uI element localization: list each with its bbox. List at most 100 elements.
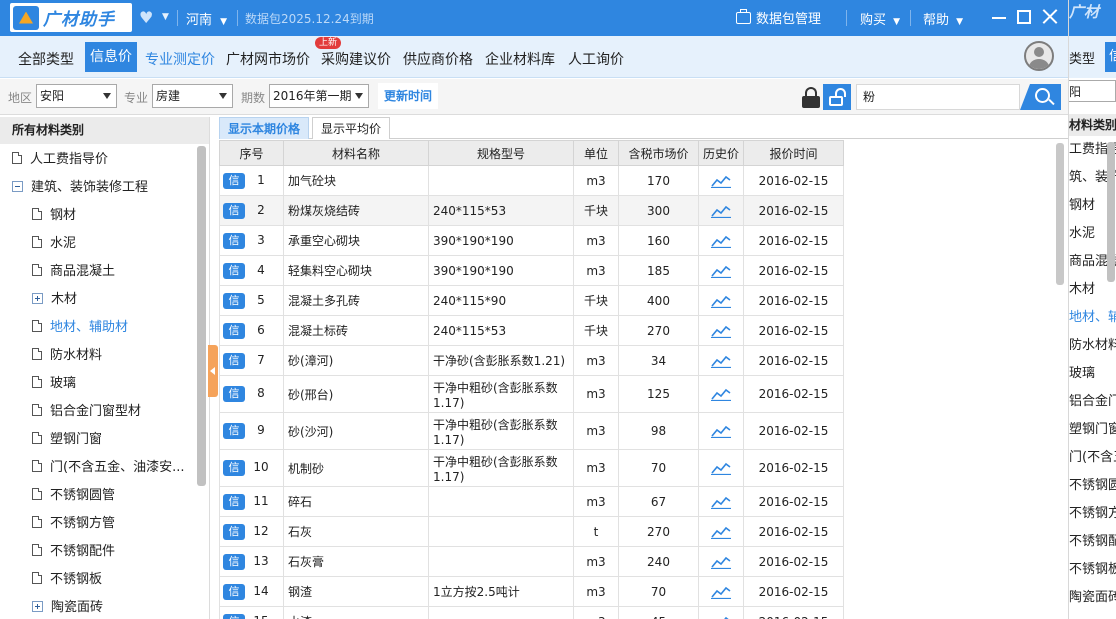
trend-chart-icon[interactable] [711,525,731,539]
tab-current-price[interactable]: 显示本期价格 [219,117,310,139]
tree-item[interactable]: 人工费指导价 [12,146,108,174]
table-row[interactable]: 信 11 碎石 m3 67 2016-02-15 [219,486,844,517]
search-input[interactable]: 粉 [856,84,1020,110]
table-row[interactable]: 信 3 承重空心砌块 390*190*190 m3 160 2016-02-15 [219,225,844,256]
table-row[interactable]: 信 4 轻集料空心砌块 390*190*190 m3 185 2016-02-15 [219,255,844,286]
region-switcher[interactable]: 河南 ▼ [186,9,227,28]
info-price-badge[interactable]: 信 [223,523,245,540]
table-row[interactable]: 信 9 砂(沙河) 干净中粗砂(含彭胀系数1.17) m3 98 2016-02-15 [219,412,844,450]
history-cell[interactable] [698,375,744,413]
lock-icon[interactable] [801,87,821,109]
info-price-badge[interactable]: 信 [223,553,245,570]
maximize-icon[interactable] [1017,10,1031,24]
table-row[interactable]: 信 1 加气砼块 m3 170 2016-02-15 [219,165,844,196]
col-header-name[interactable]: 材料名称 [283,140,429,166]
tree-item[interactable]: 木材 [32,286,77,314]
datapack-manage-button[interactable]: 数据包管理 [736,8,821,27]
trend-chart-icon[interactable] [711,324,731,338]
tab-info-price[interactable]: 信息价 [85,42,137,72]
minimize-icon[interactable] [992,17,1006,19]
collapse-icon[interactable] [12,181,23,192]
info-price-badge[interactable]: 信 [223,202,245,219]
tab-supplier-price[interactable]: 供应商价格 [403,49,473,69]
info-price-badge[interactable]: 信 [223,322,245,339]
info-price-badge[interactable]: 信 [223,460,245,476]
history-cell[interactable] [698,225,744,256]
tree-item[interactable]: 建筑、装饰装修工程 [12,174,148,202]
chevron-down-icon[interactable]: ▼ [162,12,169,22]
info-price-badge[interactable]: 信 [223,583,245,600]
tab-professional-price[interactable]: 专业测定价 [145,49,215,69]
col-header-history[interactable]: 历史价 [698,140,744,166]
tab-all-types[interactable]: 全部类型 [18,49,74,69]
history-cell[interactable] [698,195,744,226]
col-header-spec[interactable]: 规格型号 [428,140,574,166]
trend-chart-icon[interactable] [711,294,731,308]
expand-icon[interactable] [32,601,43,612]
tree-item[interactable]: 商品混凝土 [32,258,115,286]
table-row[interactable]: 信 13 石灰膏 m3 240 2016-02-15 [219,546,844,577]
unlock-icon[interactable] [823,84,851,110]
collapse-sidebar-button[interactable] [208,345,218,397]
table-row[interactable]: 信 14 钢渣 1立方按2.5吨计 m3 70 2016-02-15 [219,576,844,607]
tree-item[interactable]: 钢材 [32,202,76,230]
history-cell[interactable] [698,285,744,316]
trend-chart-icon[interactable] [711,264,731,278]
tree-item[interactable]: 防水材料 [32,342,102,370]
history-cell[interactable] [698,165,744,196]
trend-chart-icon[interactable] [711,615,731,619]
tab-average-price[interactable]: 显示平均价 [312,117,391,139]
trend-chart-icon[interactable] [711,204,731,218]
tree-item[interactable]: 地材、辅助材 [32,314,128,342]
history-cell[interactable] [698,606,744,619]
table-row[interactable]: 信 12 石灰 t 270 2016-02-15 [219,516,844,547]
expand-icon[interactable] [32,293,43,304]
history-cell[interactable] [698,255,744,286]
table-row[interactable]: 信 10 机制砂 干净中粗砂(含彭胀系数1.17) m3 70 2016-02-15 [219,449,844,487]
tree-item[interactable]: 铝合金门窗型材 [32,398,141,426]
trend-chart-icon[interactable] [711,424,731,439]
favorite-icon[interactable]: ♥ [139,8,153,27]
info-price-badge[interactable]: 信 [223,262,245,279]
info-price-badge[interactable]: 信 [223,386,245,402]
tab-purchase-price[interactable]: 采购建议价 [321,49,391,69]
table-row[interactable]: 信 7 砂(漳河) 干净砂(含彭胀系数1.21) m3 34 2016-02-15 [219,345,844,376]
history-cell[interactable] [698,345,744,376]
history-cell[interactable] [698,486,744,517]
tab-enterprise-library[interactable]: 企业材料库 [485,49,555,69]
user-avatar-icon[interactable] [1024,41,1054,71]
region-select[interactable]: 安阳 [36,84,117,108]
info-price-badge[interactable]: 信 [223,352,245,369]
col-header-date[interactable]: 报价时间 [743,140,844,166]
history-cell[interactable] [698,546,744,577]
tree-item[interactable]: 不锈钢圆管 [32,482,115,510]
trend-chart-icon[interactable] [711,354,731,368]
tab-manual-inquiry[interactable]: 人工询价 [568,49,624,69]
trend-chart-icon[interactable] [711,461,731,476]
help-menu[interactable]: 帮助 ▼ [923,9,963,28]
info-price-badge[interactable]: 信 [223,493,245,510]
col-header-unit[interactable]: 单位 [573,140,619,166]
tree-item[interactable]: 水泥 [32,230,76,258]
history-cell[interactable] [698,576,744,607]
info-price-badge[interactable]: 信 [223,613,245,619]
tree-item[interactable]: 不锈钢板 [32,566,102,594]
history-cell[interactable] [698,449,744,487]
trend-chart-icon[interactable] [711,555,731,569]
trend-chart-icon[interactable] [711,585,731,599]
update-time-button[interactable]: 更新时间 [378,83,439,109]
tree-item[interactable]: 不锈钢方管 [32,510,115,538]
info-price-badge[interactable]: 信 [223,172,245,189]
history-cell[interactable] [698,412,744,450]
buy-menu[interactable]: 购买 ▼ [860,9,900,28]
trend-chart-icon[interactable] [711,174,731,188]
close-icon[interactable] [1040,6,1060,26]
period-select[interactable]: 2016年第一期 [269,84,369,108]
history-cell[interactable] [698,516,744,547]
info-price-badge[interactable]: 信 [223,292,245,309]
col-header-price[interactable]: 含税市场价 [618,140,699,166]
tree-item[interactable]: 门(不含五金、油漆安... [32,454,184,482]
info-price-badge[interactable]: 信 [223,232,245,249]
history-cell[interactable] [698,315,744,346]
trend-chart-icon[interactable] [711,387,731,402]
